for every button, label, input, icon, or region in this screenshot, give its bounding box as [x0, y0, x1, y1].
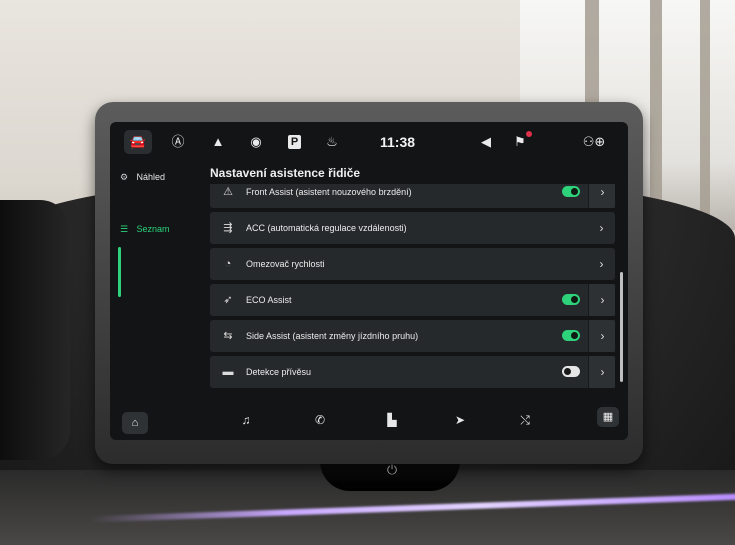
nav-selected-indicator: [118, 247, 121, 297]
trailer-detection-toggle[interactable]: [562, 366, 580, 377]
menu-grid-icon[interactable]: ▦: [597, 407, 619, 427]
eco-assist-icon: ➶: [223, 294, 233, 306]
front-assist-toggle[interactable]: [562, 186, 580, 197]
chevron-right-icon[interactable]: ›: [588, 248, 615, 280]
camera-icon[interactable]: ◉: [246, 133, 266, 151]
notification-icon[interactable]: ⚑: [510, 131, 532, 151]
list-item-label: ECO Assist: [246, 295, 292, 305]
warning-triangle-icon[interactable]: ▲: [208, 133, 228, 151]
connect-icon[interactable]: ⤭: [515, 410, 535, 430]
scrollbar[interactable]: [620, 272, 623, 382]
phone-icon[interactable]: ✆: [310, 410, 330, 430]
list-item-label: Detekce přívěsu: [246, 367, 312, 377]
settings-list: ⚠ Front Assist (asistent nouzového brzdě…: [210, 184, 615, 404]
car-icon[interactable]: 🚘: [124, 130, 152, 154]
list-item-label: ACC (automatická regulace vzdálenosti): [246, 223, 407, 233]
clock: 11:38: [380, 134, 416, 150]
seat-heating-icon[interactable]: ♨: [322, 133, 342, 151]
side-assist-icon: ⇆: [223, 330, 233, 342]
list-item-acc[interactable]: ⇶ ACC (automatická regulace vzdálenosti)…: [210, 212, 615, 244]
list-item-side-assist[interactable]: ⇆ Side Assist (asistent změny jízdního p…: [210, 320, 615, 352]
list-item-label: Omezovač rychlosti: [246, 259, 325, 269]
air-vent: [0, 200, 70, 460]
parking-label: P: [290, 136, 299, 148]
trailer-icon: ▬: [222, 366, 234, 378]
chevron-right-icon[interactable]: ›: [588, 212, 615, 244]
list-item-eco-assist[interactable]: ➶ ECO Assist ›: [210, 284, 615, 316]
nav-item-label: Náhled: [136, 172, 166, 182]
list-item-trailer-detection[interactable]: ▬ Detekce přívěsu ›: [210, 356, 615, 388]
volume-icon[interactable]: ◀: [476, 133, 496, 151]
list-item-label: Front Assist (asistent nouzového brzdění…: [246, 187, 412, 197]
acc-icon: ⇶: [223, 222, 233, 234]
profile-icon[interactable]: ⚇⊕: [580, 133, 608, 151]
page-title: Nastavení asistence řidiče: [210, 166, 361, 180]
bottom-bar: ⌂ ♫ ✆ ▙ ➤ ⤭ ▦: [110, 404, 628, 440]
assist-icon[interactable]: Ⓐ: [168, 133, 188, 151]
status-bar: 🚘 Ⓐ ▲ ◉ P ♨ 11:38 ◀ ⚑ ⚇⊕: [110, 122, 628, 162]
side-nav: ⚙ Náhled ☰ Seznam: [110, 162, 200, 402]
nav-item-list[interactable]: ☰ Seznam: [120, 214, 200, 244]
list-item-label: Side Assist (asistent změny jízdního pru…: [246, 331, 419, 341]
navigation-icon[interactable]: ➤: [450, 410, 470, 430]
background-pillar: [700, 0, 710, 230]
parking-icon[interactable]: P: [288, 135, 301, 149]
overview-icon: ⚙: [120, 172, 129, 182]
chevron-right-icon[interactable]: ›: [588, 184, 615, 208]
music-icon[interactable]: ♫: [236, 410, 256, 430]
background-pillar: [650, 0, 662, 230]
nav-item-label: Seznam: [136, 224, 170, 234]
eco-assist-toggle[interactable]: [562, 294, 580, 305]
chevron-right-icon[interactable]: ›: [588, 356, 615, 388]
front-assist-icon: ⚠: [223, 186, 233, 198]
home-icon[interactable]: ⌂: [122, 412, 148, 434]
apps-grid-icon[interactable]: ▙: [382, 410, 402, 430]
side-assist-toggle[interactable]: [562, 330, 580, 341]
list-item-front-assist[interactable]: ⚠ Front Assist (asistent nouzového brzdě…: [210, 184, 615, 208]
notification-dot: [526, 131, 532, 137]
chevron-right-icon[interactable]: ›: [588, 320, 615, 352]
infotainment-screen: 🚘 Ⓐ ▲ ◉ P ♨ 11:38 ◀ ⚑ ⚇⊕ ⚙ Náhled ☰ Sezn…: [110, 122, 628, 440]
nav-item-overview[interactable]: ⚙ Náhled: [120, 162, 200, 192]
chevron-right-icon[interactable]: ›: [588, 284, 615, 316]
list-icon: ☰: [120, 224, 129, 234]
list-item-speed-limiter[interactable]: ◔ Omezovač rychlosti ›: [210, 248, 615, 280]
power-icon[interactable]: ⏻: [385, 463, 399, 477]
speed-limiter-icon: ◔: [224, 258, 232, 270]
